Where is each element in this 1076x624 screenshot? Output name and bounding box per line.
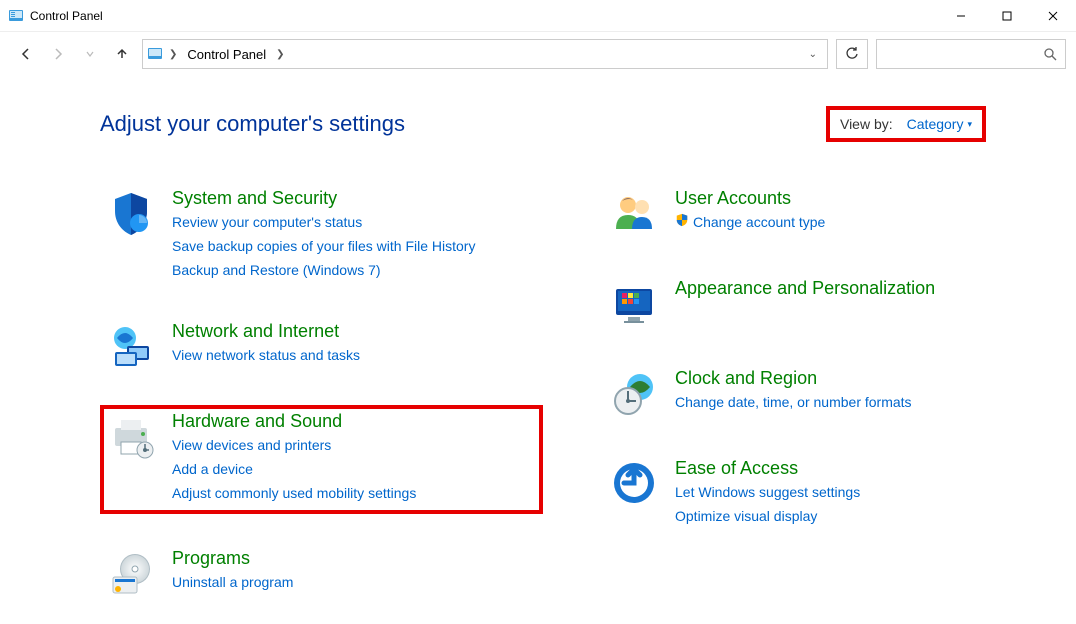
up-button[interactable] bbox=[110, 42, 134, 66]
control-panel-icon bbox=[8, 8, 24, 24]
category-link[interactable]: View devices and printers bbox=[172, 435, 416, 456]
category-link[interactable]: Backup and Restore (Windows 7) bbox=[172, 260, 475, 281]
category-link[interactable]: Save backup copies of your files with Fi… bbox=[172, 236, 475, 257]
category-clock-region: Clock and Region Change date, time, or n… bbox=[603, 362, 1046, 424]
search-input[interactable] bbox=[876, 39, 1066, 69]
forward-button[interactable] bbox=[46, 42, 70, 66]
clock-globe-icon bbox=[609, 368, 659, 418]
ease-of-access-icon bbox=[609, 458, 659, 508]
view-by-selector[interactable]: View by: Category bbox=[826, 106, 986, 142]
title-bar: Control Panel bbox=[0, 0, 1076, 32]
category-title[interactable]: Programs bbox=[172, 548, 293, 569]
recent-locations-button[interactable] bbox=[78, 42, 102, 66]
breadcrumb-separator[interactable]: ❯ bbox=[167, 49, 179, 60]
network-icon bbox=[106, 321, 156, 371]
category-link[interactable]: Optimize visual display bbox=[675, 506, 860, 527]
address-bar-icon bbox=[147, 46, 163, 62]
category-link[interactable]: Change date, time, or number formats bbox=[675, 392, 912, 413]
category-link[interactable]: Add a device bbox=[172, 459, 416, 480]
category-network-internet: Network and Internet View network status… bbox=[100, 315, 543, 377]
categories-right-column: User Accounts Change account type Appear… bbox=[603, 182, 1046, 604]
minimize-button[interactable] bbox=[938, 0, 984, 32]
maximize-button[interactable] bbox=[984, 0, 1030, 32]
view-by-value[interactable]: Category bbox=[907, 116, 972, 132]
navigation-bar: ❯ Control Panel ❯ ⌄ bbox=[0, 32, 1076, 76]
printer-icon bbox=[106, 411, 156, 461]
category-user-accounts: User Accounts Change account type bbox=[603, 182, 1046, 244]
category-link[interactable]: View network status and tasks bbox=[172, 345, 360, 366]
category-hardware-sound: Hardware and Sound View devices and prin… bbox=[100, 405, 543, 514]
category-link[interactable]: Let Windows suggest settings bbox=[675, 482, 860, 503]
category-link[interactable]: Uninstall a program bbox=[172, 572, 293, 593]
page-heading: Adjust your computer's settings bbox=[100, 111, 405, 137]
disc-icon bbox=[106, 548, 156, 598]
category-title[interactable]: Appearance and Personalization bbox=[675, 278, 935, 299]
search-icon bbox=[1043, 47, 1057, 61]
back-button[interactable] bbox=[14, 42, 38, 66]
category-title[interactable]: Network and Internet bbox=[172, 321, 360, 342]
close-button[interactable] bbox=[1030, 0, 1076, 32]
uac-shield-icon bbox=[675, 214, 689, 230]
category-title[interactable]: Ease of Access bbox=[675, 458, 860, 479]
category-title[interactable]: Clock and Region bbox=[675, 368, 912, 389]
category-title[interactable]: User Accounts bbox=[675, 188, 825, 209]
address-bar[interactable]: ❯ Control Panel ❯ ⌄ bbox=[142, 39, 828, 69]
category-link[interactable]: Adjust commonly used mobility settings bbox=[172, 483, 416, 504]
category-programs: Programs Uninstall a program bbox=[100, 542, 543, 604]
users-icon bbox=[609, 188, 659, 238]
breadcrumb-current[interactable]: Control Panel bbox=[183, 45, 270, 64]
category-title[interactable]: Hardware and Sound bbox=[172, 411, 416, 432]
category-link[interactable]: Change account type bbox=[675, 212, 825, 233]
categories-left-column: System and Security Review your computer… bbox=[100, 182, 543, 604]
category-ease-of-access: Ease of Access Let Windows suggest setti… bbox=[603, 452, 1046, 533]
window-title: Control Panel bbox=[30, 9, 103, 23]
view-by-label: View by: bbox=[840, 116, 893, 132]
shield-icon bbox=[106, 188, 156, 238]
category-appearance-personalization: Appearance and Personalization bbox=[603, 272, 1046, 334]
category-title[interactable]: System and Security bbox=[172, 188, 475, 209]
refresh-button[interactable] bbox=[836, 39, 868, 69]
monitor-appearance-icon bbox=[609, 278, 659, 328]
address-history-dropdown[interactable]: ⌄ bbox=[803, 49, 823, 60]
breadcrumb-separator[interactable]: ❯ bbox=[274, 49, 286, 60]
category-link[interactable]: Review your computer's status bbox=[172, 212, 475, 233]
category-system-security: System and Security Review your computer… bbox=[100, 182, 543, 287]
content-area: Adjust your computer's settings View by:… bbox=[0, 76, 1076, 624]
